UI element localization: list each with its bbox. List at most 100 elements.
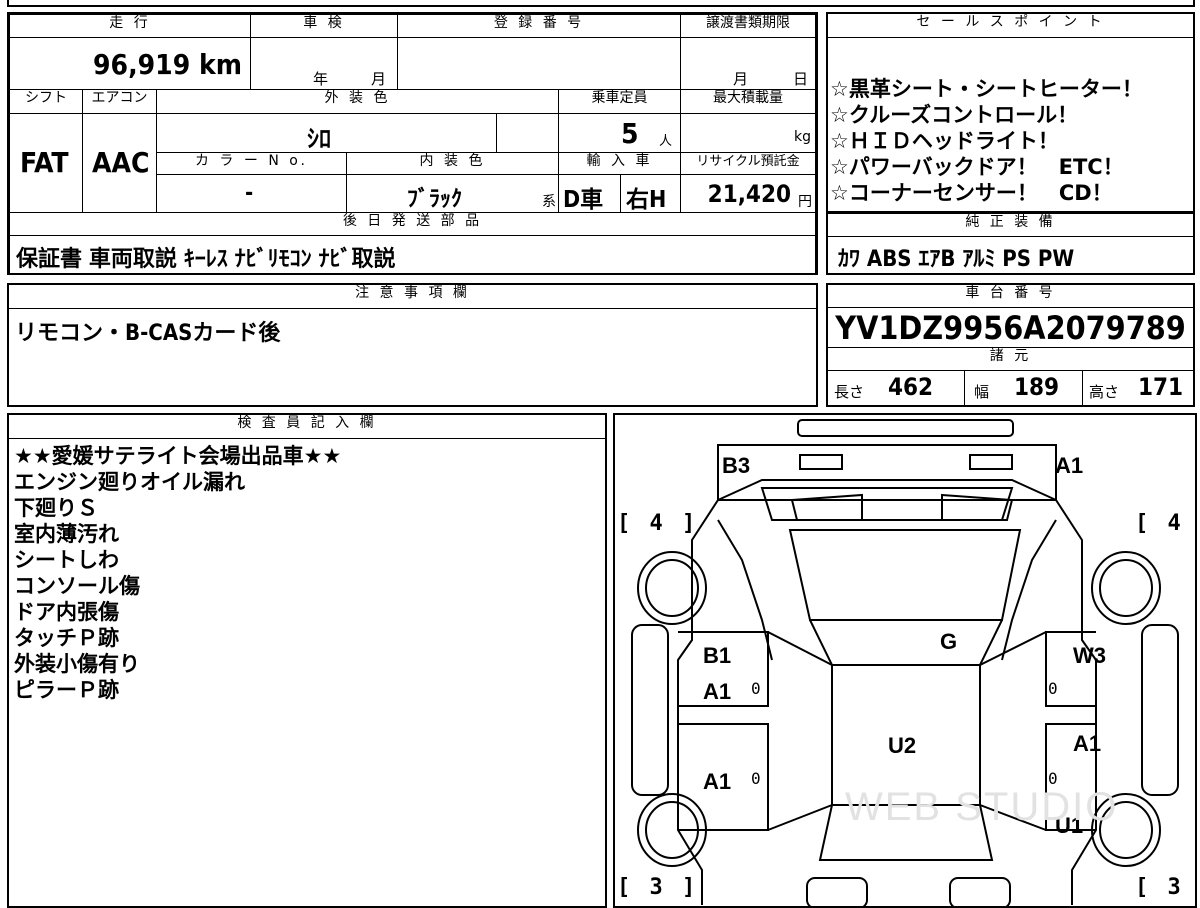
inspector-line: 外装小傷有り [14, 652, 140, 676]
inspector-line: タッチＰ跡 [14, 626, 119, 650]
inspector-line: シートしわ [14, 548, 119, 572]
spec-width: 幅 189 [964, 371, 1083, 405]
diagram-bracket-rear-right: [ 3 ] [1135, 875, 1195, 900]
top-cropped-strip [7, 0, 1195, 7]
spec-length: 長さ 462 [828, 371, 965, 405]
sales-point-line: ☆パワーバックドア！ ETC！ [830, 155, 1124, 179]
recycle-header: リサイクル預託金 [680, 152, 816, 175]
inspector-line: エンジン廻りオイル漏れ [14, 470, 245, 494]
notes-value: リモコン・B-CASカード後 [15, 321, 281, 346]
diagram-label-windshield: G [940, 629, 958, 654]
inspection-year-label: 年 [313, 70, 329, 88]
inspection-header: 車 検 [250, 14, 398, 38]
transfer-day-label: 日 [793, 70, 809, 88]
chassis-value: YV1DZ9956A2079789 [835, 309, 1186, 347]
inspector-list: ★★愛媛サテライト会場出品車★★ エンジン廻りオイル漏れ 下廻りＳ 室内薄汚れ … [14, 443, 341, 703]
load-unit: kg [794, 129, 811, 145]
import-value: D車 [563, 187, 604, 213]
sales-point-line: ☆クルーズコントロール！ [830, 103, 1079, 127]
exterior-value: ｼﾛ [307, 125, 331, 153]
import-value-cell: D車 [558, 174, 621, 213]
chassis-panel: 車 台 番 号 YV1DZ9956A2079789 諸 元 長さ 462 幅 1… [826, 283, 1195, 407]
diagram-label-front-door-left-2: A1 [703, 679, 732, 704]
inspector-line: 室内薄汚れ [14, 522, 119, 546]
notes-panel: 注 意 事 項 欄 リモコン・B-CASカード後 [7, 283, 818, 407]
sales-point-line: ☆ＨＩＤヘッドライト！ [830, 129, 1059, 153]
diagram-bracket-front-left: [ 4 ] [617, 511, 699, 536]
mileage-value: 96,919 km [93, 48, 242, 81]
diagram-label-rear-door-right: A1 [1073, 731, 1102, 756]
car-outline-diagram [631, 419, 1179, 906]
diagram-zero-mark: 0 [1048, 679, 1058, 698]
recycle-value: 21,420 [707, 180, 791, 208]
color-no-header: カ ラ ー N o. [156, 152, 347, 175]
standard-equipment-panel: 純 正 装 備 ｶﾜ ABS ｴｱB ｱﾙﾐ PS PW [826, 212, 1195, 275]
exterior-value-cell: ｼﾛ [156, 113, 497, 153]
exterior-header: 外 装 色 [156, 89, 559, 114]
interior-value: ﾌﾞﾗｯｸ [407, 187, 463, 212]
spec-length-label: 長さ [834, 383, 865, 401]
chassis-header: 車 台 番 号 [828, 285, 1193, 308]
recycle-unit: 円 [798, 194, 812, 210]
interior-value-cell: ﾌﾞﾗｯｸ 系 [346, 174, 559, 213]
shift-value-cell: FAT [9, 113, 83, 213]
diagram-label-hood-left: B3 [722, 453, 751, 478]
aircon-header: エアコン [82, 89, 157, 114]
inspector-line: ピラーＰ跡 [14, 678, 119, 702]
aircon-value-cell: AAC [82, 113, 157, 213]
vehicle-info-table: 走 行 車 検 登 録 番 号 譲渡書類期限 96,919 km 年 月 月 日… [7, 12, 818, 275]
inspector-line: ★★愛媛サテライト会場出品車★★ [14, 444, 342, 468]
diagram-bracket-rear-left: [ 3 ] [617, 875, 699, 900]
color-no-value: - [245, 181, 254, 206]
transfer-month-label: 月 [733, 70, 749, 88]
later-parts-header: 後 日 発 送 部 品 [9, 212, 816, 236]
specs-header: 諸 元 [828, 347, 1193, 371]
diagram-bracket-front-right: [ 4 ] [1135, 511, 1195, 536]
car-diagram-panel: B3 A1 [ 4 ] [ 4 ] G B1 A1 0 W3 0 U2 A1 A… [613, 413, 1197, 908]
mileage-value-cell: 96,919 km [9, 37, 251, 90]
inspection-month-label: 月 [371, 70, 387, 88]
inspector-line: 下廻りＳ [14, 496, 98, 520]
diagram-zero-mark: 0 [751, 769, 761, 788]
sales-points-list: ☆黒革シート・シートヒーター！ ☆クルーズコントロール！ ☆ＨＩＤヘッドライト！… [830, 76, 1143, 206]
color-no-value-cell: - [156, 174, 347, 213]
exterior-extra-cell [496, 113, 559, 153]
shift-value: FAT [20, 146, 69, 179]
steering-value: 右H [626, 187, 667, 213]
spec-height-value: 171 [1138, 373, 1184, 401]
standard-equipment-header: 純 正 装 備 [828, 214, 1193, 237]
registration-value-cell [397, 37, 681, 90]
spec-height-label: 高さ [1089, 383, 1120, 401]
interior-header: 内 装 色 [346, 152, 559, 175]
capacity-unit: 人 [659, 134, 673, 149]
later-parts-value: 保証書 車両取説 ｷｰﾚｽ ﾅﾋﾞﾘﾓｺﾝ ﾅﾋﾞ取説 [16, 247, 396, 272]
import-header: 輸 入 車 [558, 152, 681, 175]
diagram-label-front-door-right: W3 [1073, 643, 1106, 668]
notes-header: 注 意 事 項 欄 [9, 285, 816, 309]
watermark-text: WEB STUDIO [845, 785, 1119, 829]
capacity-value-cell: 5 人 [558, 113, 681, 153]
diagram-label-rear-door-left: A1 [703, 769, 732, 794]
aircon-value: AAC [92, 146, 150, 179]
inspector-line: コンソール傷 [14, 574, 140, 598]
inspection-value-cell: 年 月 [250, 37, 398, 90]
transfer-value-cell: 月 日 [680, 37, 816, 90]
load-header: 最大積載量 [680, 89, 816, 114]
diagram-label-roof: U2 [888, 733, 917, 758]
inspector-line: ドア内張傷 [14, 600, 119, 624]
transfer-header: 譲渡書類期限 [680, 14, 816, 38]
inspector-header: 検 査 員 記 入 欄 [9, 415, 605, 439]
diagram-label-hood-right: A1 [1055, 453, 1084, 478]
sales-point-line: ☆黒革シート・シートヒーター！ [830, 77, 1143, 101]
standard-equipment-value: ｶﾜ ABS ｴｱB ｱﾙﾐ PS PW [838, 247, 1075, 272]
diagram-zero-mark: 0 [751, 679, 761, 698]
sales-points-panel: セ ー ル ス ポ イ ン ト ☆黒革シート・シートヒーター！ ☆クルーズコント… [826, 12, 1195, 213]
capacity-header: 乗車定員 [558, 89, 681, 114]
capacity-value: 5 [621, 117, 639, 150]
spec-length-value: 462 [888, 373, 934, 401]
spec-height: 高さ 171 [1082, 371, 1193, 405]
sales-points-header: セ ー ル ス ポ イ ン ト [828, 14, 1193, 38]
diagram-label-front-door-left-1: B1 [703, 643, 732, 668]
load-value-cell: kg [680, 113, 816, 153]
registration-header: 登 録 番 号 [397, 14, 681, 38]
